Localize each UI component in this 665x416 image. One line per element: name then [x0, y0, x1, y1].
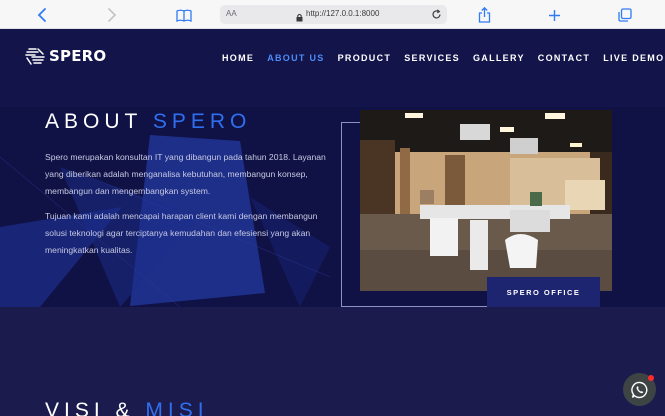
photo-caption: SPERO OFFICE — [487, 277, 600, 307]
forward-icon[interactable] — [102, 5, 122, 25]
site-logo[interactable]: SPERO — [24, 45, 106, 67]
about-paragraph-1: Spero merupakan konsultan IT yang dibang… — [45, 152, 326, 196]
text-size-button[interactable]: AA — [226, 9, 237, 18]
about-title-main: ABOUT — [45, 110, 142, 133]
about-section: ABOUT SPERO Spero merupakan konsultan IT… — [0, 107, 665, 307]
site-navbar: SPERO HOME ABOUT US PRODUCT SERVICES GAL… — [0, 29, 665, 107]
main-nav: HOME ABOUT US PRODUCT SERVICES GALLERY C… — [222, 53, 665, 63]
nav-services[interactable]: SERVICES — [404, 53, 460, 63]
brand-name: SPERO — [49, 47, 107, 65]
reload-icon[interactable] — [429, 7, 443, 21]
new-tab-icon[interactable] — [544, 5, 564, 25]
nav-gallery[interactable]: GALLERY — [473, 53, 525, 63]
office-photo — [360, 110, 612, 291]
visi-title-main: VISI & — [45, 399, 135, 416]
nav-about-us[interactable]: ABOUT US — [267, 53, 324, 63]
visi-title: VISI & MISI — [45, 399, 209, 416]
whatsapp-icon — [630, 381, 647, 398]
nav-product[interactable]: PRODUCT — [338, 53, 392, 63]
browser-toolbar: AA http://127.0.0.1:8000 — [0, 0, 665, 29]
back-icon[interactable] — [32, 5, 52, 25]
nav-home[interactable]: HOME — [222, 53, 254, 63]
notification-dot — [648, 375, 654, 381]
web-page: SPERO HOME ABOUT US PRODUCT SERVICES GAL… — [0, 29, 665, 416]
nav-contact[interactable]: CONTACT — [538, 53, 590, 63]
lock-icon — [296, 9, 303, 27]
book-icon[interactable] — [174, 5, 194, 25]
url-text: http://127.0.0.1:8000 — [306, 9, 380, 18]
tabs-icon[interactable] — [615, 5, 635, 25]
share-icon[interactable] — [474, 5, 494, 25]
spero-logo-icon — [25, 48, 45, 65]
visi-title-accent: MISI — [145, 399, 209, 416]
about-paragraph-2: Tujuan kami adalah mencapai harapan clie… — [45, 211, 318, 255]
address-bar[interactable]: AA http://127.0.0.1:8000 — [220, 5, 447, 24]
about-title: ABOUT SPERO — [45, 110, 251, 134]
about-title-accent: SPERO — [152, 110, 252, 133]
nav-live-demo[interactable]: LIVE DEMO — [603, 53, 664, 63]
